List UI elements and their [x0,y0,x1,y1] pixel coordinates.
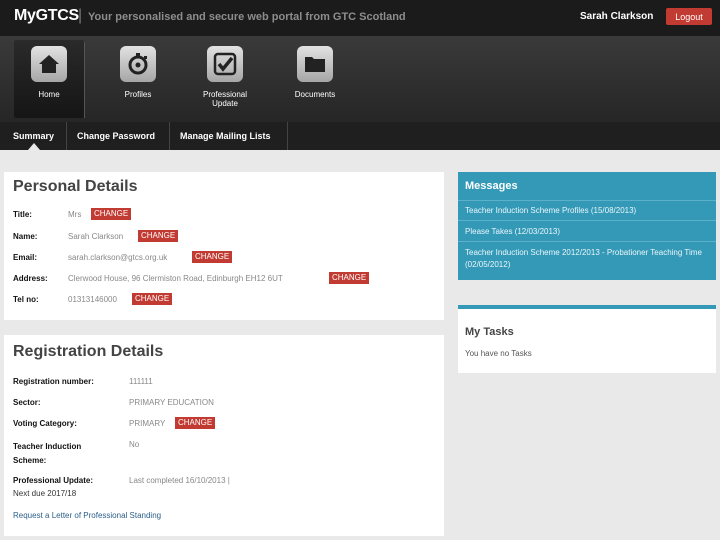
registration-value: PRIMARY [129,419,166,428]
registration-details-title: Registration Details [13,343,164,360]
registration-value: Last completed 16/10/2013 | [129,476,230,485]
sub-nav-divider [66,122,67,150]
detail-value: Sarah Clarkson [68,232,124,241]
sub-nav: Summary Change Password Manage Mailing L… [0,122,720,150]
nav-documents-label: Documents [294,90,336,99]
sub-nav-divider [169,122,170,150]
nav-divider [84,42,85,118]
personal-details-panel: Personal Details Title: Mrs CHANGE Name:… [4,172,444,320]
sub-nav-divider [287,122,288,150]
message-divider [458,220,716,221]
registration-label: Teacher Induction Scheme: [13,442,82,465]
tab-change-password[interactable]: Change Password [77,122,155,150]
detail-value: 01313146000 [68,295,117,304]
change-title-button[interactable]: CHANGE [91,208,132,220]
message-item[interactable]: Teacher Induction Scheme Profiles (15/08… [465,205,709,217]
registration-label: Voting Category: [13,419,77,428]
registration-details-panel: Registration Details Registration number… [4,335,444,536]
messages-panel: Messages Teacher Induction Scheme Profil… [458,172,716,280]
detail-label: Tel no: [13,295,39,304]
active-tab-indicator [28,143,40,150]
change-address-button[interactable]: CHANGE [329,272,370,284]
registration-value: No [129,440,140,449]
detail-value: Clerwood House, 96 Clermiston Road, Edin… [68,274,283,283]
detail-label: Title: [13,210,32,219]
change-tel-button[interactable]: CHANGE [132,293,173,305]
registration-label: Professional Update: [13,476,94,485]
main-icon-nav: Home Profiles Professional Update Docume… [0,36,720,122]
folder-icon [297,46,333,82]
message-divider [458,241,716,242]
top-bar: MyGTCS | Your personalised and secure we… [0,0,720,36]
logo-separator: | [78,7,83,24]
change-email-button[interactable]: CHANGE [192,251,233,263]
registration-value: PRIMARY EDUCATION [129,398,214,407]
tasks-panel: My Tasks You have no Tasks [458,305,716,373]
checkmark-icon [207,46,243,82]
change-name-button[interactable]: CHANGE [138,230,179,242]
nav-home-label: Home [38,90,60,99]
message-item[interactable]: Teacher Induction Scheme 2012/2013 - Pro… [465,247,709,271]
registration-label: Sector: [13,398,41,407]
logout-button[interactable]: Logout [666,8,712,25]
personal-details-title: Personal Details [13,178,138,195]
registration-value: 111111 [129,377,153,386]
nav-profiles[interactable]: Profiles [103,40,173,118]
nav-profiles-label: Profiles [124,90,152,99]
message-divider [458,200,716,201]
home-icon [31,46,67,82]
detail-label: Email: [13,253,38,262]
tasks-empty-text: You have no Tasks [465,349,532,358]
user-name: Sarah Clarkson [580,11,654,22]
detail-value: Mrs [68,210,82,219]
change-voting-category-button[interactable]: CHANGE [175,417,216,429]
detail-label: Address: [13,274,48,283]
site-tagline: Your personalised and secure web portal … [88,11,406,23]
nav-home[interactable]: Home [14,40,84,118]
request-letter-link[interactable]: Request a Letter of Professional Standin… [13,511,161,520]
messages-title: Messages [465,180,518,192]
stopwatch-icon [120,46,156,82]
detail-label: Name: [13,232,38,241]
registration-label: Registration number: [13,377,94,386]
tab-manage-mailing-lists[interactable]: Manage Mailing Lists [180,122,271,150]
detail-value: sarah.clarkson@gtcs.org.uk [68,253,168,262]
nav-professional-update-label: Professional Update [202,90,248,108]
message-item[interactable]: Please Takes (12/03/2013) [465,226,709,238]
tasks-title: My Tasks [465,326,514,338]
nav-professional-update[interactable]: Professional Update [190,40,260,118]
nav-documents[interactable]: Documents [280,40,350,118]
site-logo[interactable]: MyGTCS [14,7,79,25]
registration-next-due: Next due 2017/18 [13,489,77,498]
